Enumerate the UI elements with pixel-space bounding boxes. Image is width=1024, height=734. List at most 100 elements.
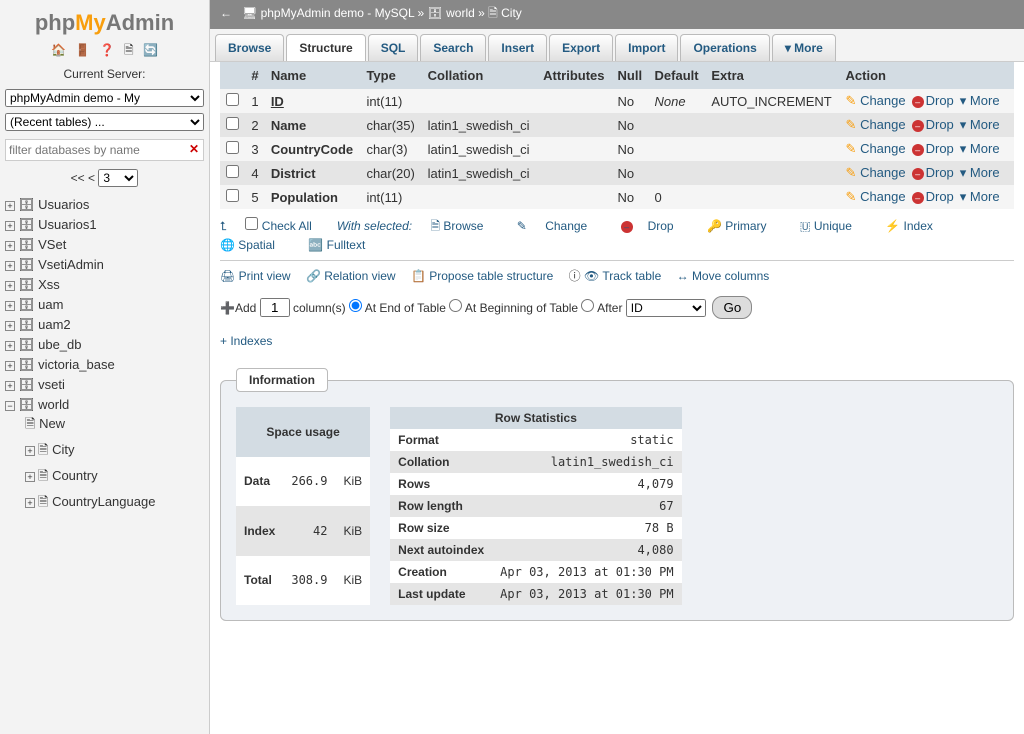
change-link[interactable]: ✎ Change (846, 117, 906, 132)
change-link[interactable]: ✎ Change (846, 189, 906, 204)
breadcrumb-table[interactable]: City (501, 6, 522, 20)
change-link[interactable]: ✎ Change (846, 93, 906, 108)
expand-icon[interactable]: + (25, 498, 35, 508)
recent-tables-select[interactable]: (Recent tables) ... (5, 113, 204, 131)
primary-action[interactable]: 🔑 Primary (707, 219, 782, 233)
after-radio[interactable] (581, 299, 594, 312)
drop-link[interactable]: –Drop (912, 117, 954, 132)
db-item[interactable]: +🗄 vseti (5, 375, 204, 395)
breadcrumb-db[interactable]: world (446, 6, 475, 20)
db-item[interactable]: +🗄 Xss (5, 275, 204, 295)
track-table-link[interactable]: 👁 Track table (584, 269, 661, 283)
table-item[interactable]: 🗎 New (25, 413, 204, 439)
db-item[interactable]: +🗄 VsetiAdmin (5, 255, 204, 275)
column-name[interactable]: CountryCode (265, 137, 361, 161)
more-link[interactable]: ▾ More (960, 165, 1000, 180)
tab-import[interactable]: Import (615, 34, 678, 61)
filter-input[interactable] (5, 139, 204, 161)
expand-icon[interactable]: + (5, 201, 15, 211)
change-link[interactable]: ✎ Change (846, 165, 906, 180)
expand-icon[interactable]: + (5, 301, 15, 311)
after-column-select[interactable]: ID (626, 299, 706, 317)
clear-filter-icon[interactable]: ✕ (189, 142, 199, 156)
go-button[interactable]: Go (712, 296, 752, 319)
row-checkbox[interactable] (226, 93, 239, 106)
drop-link[interactable]: –Drop (912, 165, 954, 180)
db-item[interactable]: +🗄 Usuarios1 (5, 215, 204, 235)
db-item[interactable]: +🗄 Usuarios (5, 195, 204, 215)
column-name[interactable]: Population (265, 185, 361, 209)
spatial-action[interactable]: 🌐 Spatial (220, 238, 290, 252)
db-item[interactable]: +🗄 victoria_base (5, 355, 204, 375)
column-name[interactable]: Name (265, 113, 361, 137)
move-columns-link[interactable]: ↔ Move columns (677, 269, 770, 283)
tab-operations[interactable]: Operations (680, 34, 769, 61)
expand-icon[interactable]: + (5, 381, 15, 391)
tab-more[interactable]: ▾ More (772, 34, 836, 61)
tab-structure[interactable]: Structure (286, 34, 365, 61)
relation-view-link[interactable]: 🔗 Relation view (306, 269, 396, 283)
docs-icon[interactable]: ❓ (100, 43, 115, 57)
tab-sql[interactable]: SQL (368, 34, 419, 61)
row-checkbox[interactable] (226, 141, 239, 154)
tab-browse[interactable]: Browse (215, 34, 284, 61)
col-header: Action (840, 62, 1014, 89)
db-item[interactable]: +🗄 VSet (5, 235, 204, 255)
db-item-world[interactable]: −🗄 world🗎 New+🗎 City+🗎 Country+🗎 Country… (5, 395, 204, 519)
db-item[interactable]: +🗄 uam (5, 295, 204, 315)
print-view-link[interactable]: 🖨 Print view (220, 269, 291, 283)
browse-action[interactable]: 🗎 Browse (430, 219, 498, 233)
fulltext-action[interactable]: 🔤 Fulltext (308, 238, 380, 252)
more-link[interactable]: ▾ More (960, 189, 1000, 204)
indexes-toggle[interactable]: + Indexes (220, 334, 1014, 348)
page-select[interactable]: 3 (98, 169, 138, 187)
unique-action[interactable]: 🇺 Unique (800, 219, 867, 233)
index-action[interactable]: ⚡ Index (885, 219, 948, 233)
reload-icon[interactable]: 🔄 (143, 43, 158, 57)
expand-icon[interactable]: + (5, 341, 15, 351)
drop-action[interactable]: –Drop (621, 219, 689, 233)
server-select[interactable]: phpMyAdmin demo - My (5, 89, 204, 107)
row-checkbox[interactable] (226, 165, 239, 178)
breadcrumb-server[interactable]: phpMyAdmin demo - MySQL (261, 6, 415, 20)
table-item[interactable]: +🗎 CountryLanguage (25, 491, 204, 517)
db-item[interactable]: +🗄 ube_db (5, 335, 204, 355)
tab-search[interactable]: Search (420, 34, 486, 61)
expand-icon[interactable]: + (5, 261, 15, 271)
row-checkbox[interactable] (226, 189, 239, 202)
drop-link[interactable]: –Drop (912, 93, 954, 108)
table-item[interactable]: +🗎 Country (25, 465, 204, 491)
home-icon[interactable]: 🏠 (51, 43, 66, 57)
more-link[interactable]: ▾ More (960, 93, 1000, 108)
column-name[interactable]: District (265, 161, 361, 185)
more-link[interactable]: ▾ More (960, 117, 1000, 132)
tab-export[interactable]: Export (549, 34, 613, 61)
expand-icon[interactable]: + (25, 446, 35, 456)
row-checkbox[interactable] (226, 117, 239, 130)
more-link[interactable]: ▾ More (960, 141, 1000, 156)
db-item[interactable]: +🗄 uam2 (5, 315, 204, 335)
expand-icon[interactable]: + (5, 241, 15, 251)
check-all-label[interactable]: Check All (262, 219, 312, 233)
drop-link[interactable]: –Drop (912, 189, 954, 204)
logout-icon[interactable]: 🚪 (75, 43, 90, 57)
change-action[interactable]: ✎ Change (517, 219, 602, 233)
drop-link[interactable]: –Drop (912, 141, 954, 156)
change-link[interactable]: ✎ Change (846, 141, 906, 156)
tab-insert[interactable]: Insert (488, 34, 547, 61)
table-row: 4Districtchar(20)latin1_swedish_ciNo✎ Ch… (220, 161, 1014, 185)
check-all-checkbox[interactable] (245, 217, 258, 230)
at-end-radio[interactable] (349, 299, 362, 312)
propose-link[interactable]: 📋 Propose table structure (411, 269, 553, 283)
expand-icon[interactable]: + (25, 472, 35, 482)
expand-icon[interactable]: + (5, 281, 15, 291)
table-item[interactable]: +🗎 City (25, 439, 204, 465)
column-name[interactable]: ID (265, 89, 361, 113)
sql-icon[interactable]: 🗎 (124, 43, 134, 57)
expand-icon[interactable]: + (5, 361, 15, 371)
collapse-icon[interactable]: − (5, 401, 15, 411)
expand-icon[interactable]: + (5, 321, 15, 331)
expand-icon[interactable]: + (5, 221, 15, 231)
at-beginning-radio[interactable] (449, 299, 462, 312)
add-count-input[interactable] (260, 298, 290, 317)
